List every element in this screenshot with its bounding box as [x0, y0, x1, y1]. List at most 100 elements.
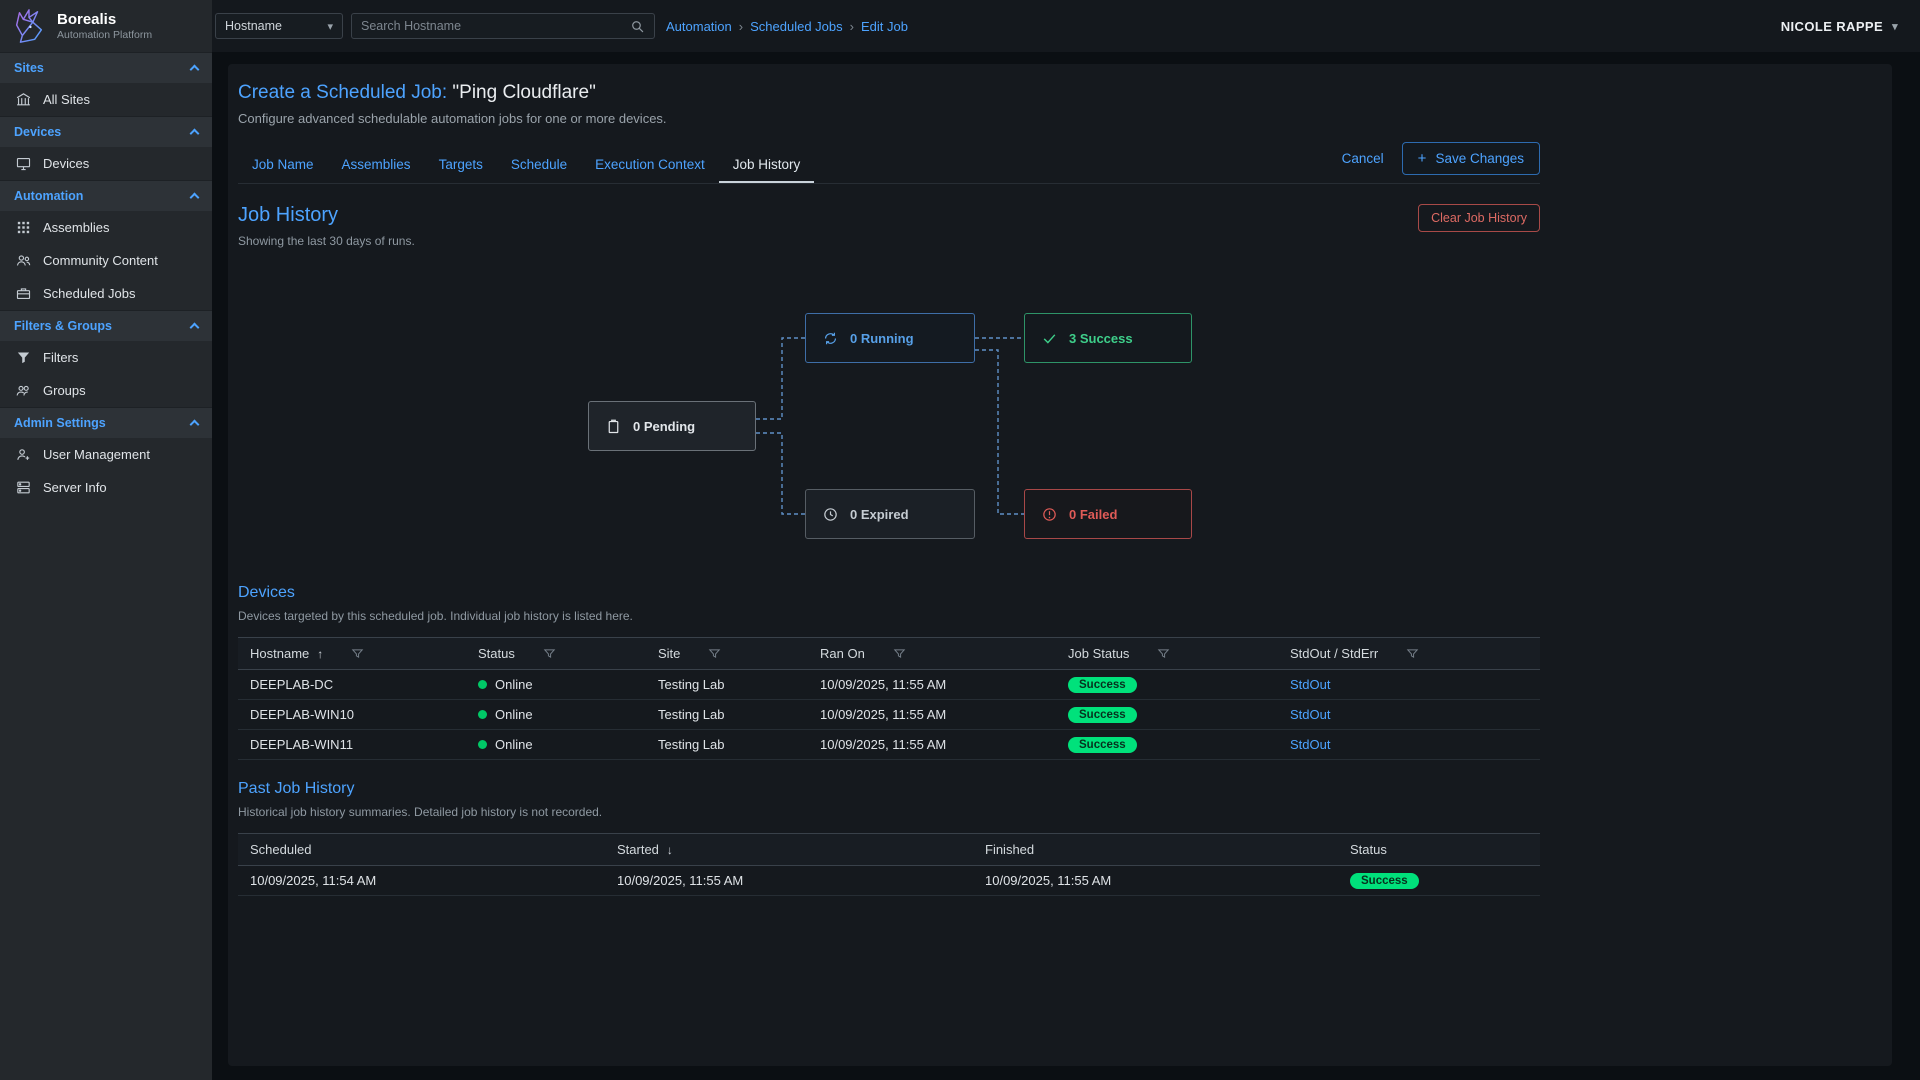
- clear-job-history-button[interactable]: Clear Job History: [1418, 204, 1540, 232]
- tab-schedule[interactable]: Schedule: [497, 148, 581, 183]
- people-icon: [15, 252, 32, 269]
- chevron-up-icon: [190, 323, 200, 333]
- job-status-cell: Success: [1056, 707, 1278, 723]
- stdout-cell: StdOut: [1278, 677, 1540, 692]
- col-scheduled[interactable]: Scheduled: [238, 842, 605, 857]
- sidebar-section-admin-settings[interactable]: Admin Settings: [0, 407, 212, 438]
- tab-assemblies[interactable]: Assemblies: [328, 148, 425, 183]
- sidebar-section-sites[interactable]: Sites: [0, 52, 212, 83]
- column-label: Started: [617, 842, 659, 857]
- sidebar-section-filters-groups[interactable]: Filters & Groups: [0, 310, 212, 341]
- section-label: Admin Settings: [14, 416, 106, 430]
- tab-targets[interactable]: Targets: [425, 148, 497, 183]
- sync-icon: [822, 330, 839, 347]
- breadcrumb-edit-job[interactable]: Edit Job: [843, 19, 908, 34]
- col-status[interactable]: Status: [466, 646, 646, 661]
- sidebar-item-groups[interactable]: Groups: [0, 374, 212, 407]
- sidebar-item-server-info[interactable]: Server Info: [0, 471, 212, 504]
- past-job-history-section: Past Job History Historical job history …: [238, 780, 1540, 896]
- flow-node-failed: 0 Failed: [1024, 489, 1192, 539]
- devices-section: Devices Devices targeted by this schedul…: [238, 584, 1540, 760]
- col-finished[interactable]: Finished: [973, 842, 1338, 857]
- breadcrumb-scheduled-jobs[interactable]: Scheduled Jobs: [732, 19, 843, 34]
- column-label: Scheduled: [250, 842, 311, 857]
- hostname-select[interactable]: Hostname ▾: [215, 13, 343, 39]
- flow-node-success: 3 Success: [1024, 313, 1192, 363]
- col-started[interactable]: Started ↓: [605, 842, 973, 857]
- ran-on-cell: 10/09/2025, 11:55 AM: [808, 677, 1056, 692]
- past-job-history-subheading: Historical job history summaries. Detail…: [238, 805, 1540, 819]
- filter-icon[interactable]: [708, 647, 721, 660]
- user-menu[interactable]: NICOLE RAPPE ▾: [1781, 19, 1898, 34]
- hostname-cell: DEEPLAB-DC: [238, 677, 466, 692]
- filter-icon[interactable]: [543, 647, 556, 660]
- site-cell: Testing Lab: [646, 677, 808, 692]
- col-site[interactable]: Site: [646, 646, 808, 661]
- breadcrumb-automation[interactable]: Automation: [666, 19, 732, 34]
- tab-job-history[interactable]: Job History: [719, 148, 815, 183]
- stdout-link[interactable]: StdOut: [1290, 677, 1330, 692]
- sidebar-item-filters[interactable]: Filters: [0, 341, 212, 374]
- sidebar-item-label: All Sites: [43, 92, 90, 107]
- job-status-cell: Success: [1056, 737, 1278, 753]
- clipboard-icon: [605, 418, 622, 435]
- flow-node-expired: 0 Expired: [805, 489, 975, 539]
- page-title: Create a Scheduled Job: "Ping Cloudflare…: [238, 82, 1540, 104]
- past-job-history-heading: Past Job History: [238, 780, 1540, 798]
- building-icon: [15, 91, 32, 108]
- save-changes-label: Save Changes: [1435, 151, 1524, 166]
- sidebar-section-automation[interactable]: Automation: [0, 180, 212, 211]
- column-label: Site: [658, 646, 680, 661]
- sort-descending-icon[interactable]: ↓: [667, 843, 673, 857]
- briefcase-icon: [15, 285, 32, 302]
- section-label: Automation: [14, 189, 83, 203]
- section-label: Devices: [14, 125, 61, 139]
- stdout-cell: StdOut: [1278, 737, 1540, 752]
- sidebar-item-devices[interactable]: Devices: [0, 147, 212, 180]
- col-ran-on[interactable]: Ran On: [808, 646, 1056, 661]
- col-job-status[interactable]: Job Status: [1056, 646, 1278, 661]
- search-box: [351, 13, 655, 39]
- sidebar-item-scheduled-jobs[interactable]: Scheduled Jobs: [0, 277, 212, 310]
- tabs-row: Job Name Assemblies Targets Schedule Exe…: [238, 142, 1540, 184]
- funnel-icon: [15, 349, 32, 366]
- tab-execution-context[interactable]: Execution Context: [581, 148, 719, 183]
- sidebar-item-label: Groups: [43, 383, 86, 398]
- col-status[interactable]: Status: [1338, 842, 1540, 857]
- col-hostname[interactable]: Hostname ↑: [238, 646, 466, 661]
- devices-table: Hostname ↑ Status Site: [238, 637, 1540, 760]
- search-icon[interactable]: [630, 19, 645, 34]
- col-stdout-stderr[interactable]: StdOut / StdErr: [1278, 646, 1540, 661]
- sort-ascending-icon[interactable]: ↑: [317, 647, 323, 661]
- status-badge: Success: [1068, 677, 1137, 693]
- search-input[interactable]: [361, 19, 630, 33]
- sidebar-item-assemblies[interactable]: Assemblies: [0, 211, 212, 244]
- filter-icon[interactable]: [1157, 647, 1170, 660]
- column-label: Ran On: [820, 646, 865, 661]
- filter-icon[interactable]: [351, 647, 364, 660]
- tab-job-name[interactable]: Job Name: [238, 148, 328, 183]
- cancel-button[interactable]: Cancel: [1342, 151, 1384, 166]
- filter-icon[interactable]: [893, 647, 906, 660]
- table-row: 10/09/2025, 11:54 AM 10/09/2025, 11:55 A…: [238, 866, 1540, 896]
- table-row: DEEPLAB-WIN10 Online Testing Lab 10/09/2…: [238, 700, 1540, 730]
- save-changes-button[interactable]: + Save Changes: [1402, 142, 1540, 175]
- sidebar-item-all-sites[interactable]: All Sites: [0, 83, 212, 116]
- job-status-cell: Success: [1056, 677, 1278, 693]
- column-label: StdOut / StdErr: [1290, 646, 1378, 661]
- sidebar-item-community-content[interactable]: Community Content: [0, 244, 212, 277]
- filter-icon[interactable]: [1406, 647, 1419, 660]
- stdout-link[interactable]: StdOut: [1290, 737, 1330, 752]
- status-cell: Success: [1338, 873, 1540, 889]
- chevron-up-icon: [190, 420, 200, 430]
- sidebar: Sites All Sites Devices Devices Automati…: [0, 52, 212, 1080]
- stdout-link[interactable]: StdOut: [1290, 707, 1330, 722]
- hostname-cell: DEEPLAB-WIN11: [238, 737, 466, 752]
- brand-title: Borealis: [57, 11, 152, 28]
- job-history-subheading: Showing the last 30 days of runs.: [238, 234, 415, 248]
- sidebar-section-devices[interactable]: Devices: [0, 116, 212, 147]
- sidebar-item-user-management[interactable]: User Management: [0, 438, 212, 471]
- column-label: Status: [1350, 842, 1387, 857]
- section-label: Sites: [14, 61, 44, 75]
- server-icon: [15, 479, 32, 496]
